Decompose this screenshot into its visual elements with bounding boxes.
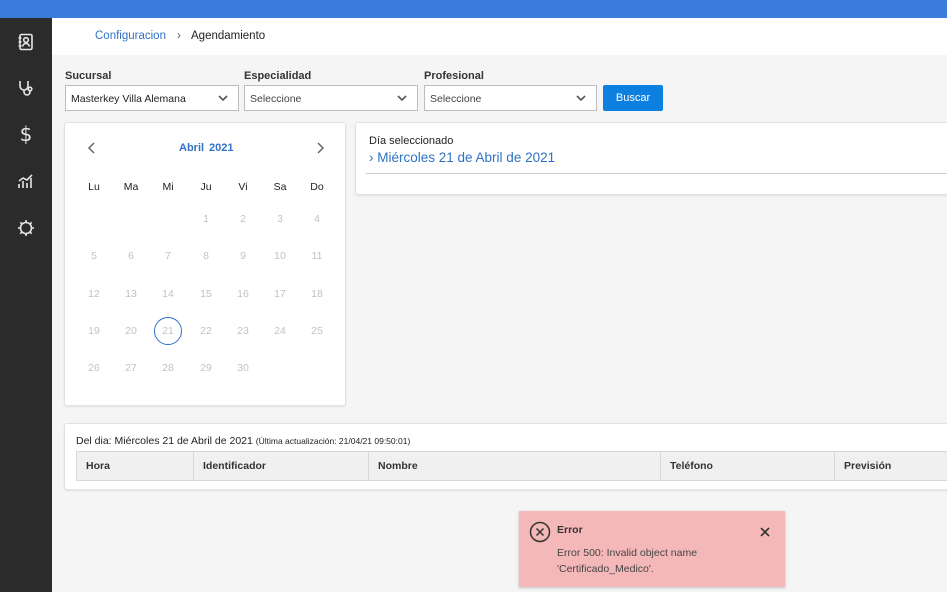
especialidad-select[interactable]: Seleccione [244, 85, 418, 111]
calendar-day[interactable]: 18 [303, 280, 331, 308]
column-header-telefono[interactable]: Teléfono [661, 452, 835, 480]
calendar-day[interactable]: 14 [154, 280, 182, 308]
column-header-identificador[interactable]: Identificador [194, 452, 369, 480]
weekday-label: Ma [123, 181, 139, 193]
close-icon[interactable] [759, 525, 771, 537]
calendar-month[interactable]: Abril [179, 142, 204, 154]
sucursal-label: Sucursal [65, 70, 112, 82]
calendar-day[interactable]: 8 [192, 242, 220, 270]
schedule-title-text: Del dia: Miércoles 21 de Abril de 2021 [76, 435, 253, 447]
calendar-day[interactable]: 20 [117, 317, 145, 345]
weekday-label: Ju [200, 181, 212, 193]
calendar-day[interactable]: 13 [117, 280, 145, 308]
especialidad-value: Seleccione [250, 93, 302, 105]
breadcrumb-separator: › [177, 30, 181, 42]
weekday-label: Sa [273, 181, 287, 193]
selected-day-date: › Miércoles 21 de Abril de 2021 [369, 150, 556, 165]
calendar: Abril 2021 Lu Ma Mi Ju Vi Sa Do 12345678… [64, 122, 346, 406]
chart-icon[interactable] [0, 163, 52, 199]
weekday-label: Vi [238, 181, 248, 193]
chevron-down-icon [217, 92, 229, 104]
schedule-title: Del dia: Miércoles 21 de Abril de 2021 (… [76, 435, 410, 447]
calendar-day[interactable]: 1 [192, 205, 220, 233]
sucursal-value: Masterkey Villa Alemana [71, 93, 186, 105]
calendar-day[interactable]: 29 [192, 354, 220, 382]
breadcrumb-link-configuracion[interactable]: Configuracion [95, 30, 166, 42]
chevron-left-icon[interactable] [85, 141, 99, 155]
column-header-hora[interactable]: Hora [77, 452, 194, 480]
profesional-label: Profesional [424, 70, 484, 82]
calendar-day[interactable]: 23 [229, 317, 257, 345]
sucursal-select[interactable]: Masterkey Villa Alemana [65, 85, 239, 111]
calendar-day[interactable]: 26 [80, 354, 108, 382]
divider [366, 173, 947, 174]
profesional-select[interactable]: Seleccione [424, 85, 597, 111]
top-bar [0, 0, 947, 18]
calendar-day[interactable]: 28 [154, 354, 182, 382]
toast-title: Error [557, 524, 583, 536]
toast-message: Error 500: Invalid object name 'Certific… [557, 547, 698, 575]
selected-day-label: Día seleccionado [369, 135, 454, 147]
calendar-day[interactable]: 22 [192, 317, 220, 345]
calendar-day[interactable]: 15 [192, 280, 220, 308]
calendar-day[interactable]: 9 [229, 242, 257, 270]
column-header-nombre[interactable]: Nombre [369, 452, 661, 480]
calendar-day[interactable]: 5 [80, 242, 108, 270]
calendar-day[interactable]: 16 [229, 280, 257, 308]
calendar-day[interactable]: 6 [117, 242, 145, 270]
stethoscope-icon[interactable] [0, 70, 52, 106]
calendar-day[interactable]: 24 [266, 317, 294, 345]
calendar-day[interactable]: 4 [303, 205, 331, 233]
calendar-day[interactable]: 30 [229, 354, 257, 382]
calendar-day[interactable]: 10 [266, 242, 294, 270]
calendar-day[interactable]: 7 [154, 242, 182, 270]
table-header: Hora Identificador Nombre Teléfono Previ… [76, 451, 947, 481]
calendar-day[interactable]: 17 [266, 280, 294, 308]
chevron-right-icon[interactable] [313, 141, 327, 155]
error-toast: Error Error 500: Invalid object name 'Ce… [519, 511, 785, 587]
weekday-label: Lu [88, 181, 100, 193]
calendar-day[interactable]: 11 [303, 242, 331, 270]
last-update-text: (Última actualización: 21/04/21 09:50:01… [255, 436, 411, 446]
contacts-icon[interactable] [0, 24, 52, 60]
sidebar: $ [0, 18, 52, 592]
search-button[interactable]: Buscar [603, 85, 663, 111]
breadcrumb-current: Agendamiento [191, 30, 266, 42]
calendar-day-selected[interactable]: 21 [154, 316, 182, 345]
calendar-day[interactable]: 2 [229, 205, 257, 233]
chevron-down-icon [575, 92, 587, 104]
weekday-label: Mi [162, 181, 174, 193]
breadcrumb: Configuracion › Agendamiento [52, 18, 947, 55]
calendar-day[interactable]: 27 [117, 354, 145, 382]
calendar-day[interactable]: 25 [303, 317, 331, 345]
especialidad-label: Especialidad [244, 70, 312, 82]
chevron-down-icon [396, 92, 408, 104]
calendar-day[interactable]: 12 [80, 280, 108, 308]
calendar-day[interactable]: 3 [266, 205, 294, 233]
error-circle-icon [529, 521, 551, 543]
weekday-label: Do [310, 181, 324, 193]
schedule-table-card: Del dia: Miércoles 21 de Abril de 2021 (… [64, 423, 947, 490]
calendar-day[interactable]: 19 [80, 317, 108, 345]
profesional-value: Seleccione [430, 93, 482, 105]
selected-day-panel: Día seleccionado › Miércoles 21 de Abril… [355, 122, 947, 195]
gear-icon[interactable] [0, 210, 52, 246]
dollar-icon[interactable]: $ [0, 116, 52, 152]
column-header-prevision[interactable]: Previsión [835, 452, 947, 480]
calendar-year[interactable]: 2021 [209, 142, 233, 154]
